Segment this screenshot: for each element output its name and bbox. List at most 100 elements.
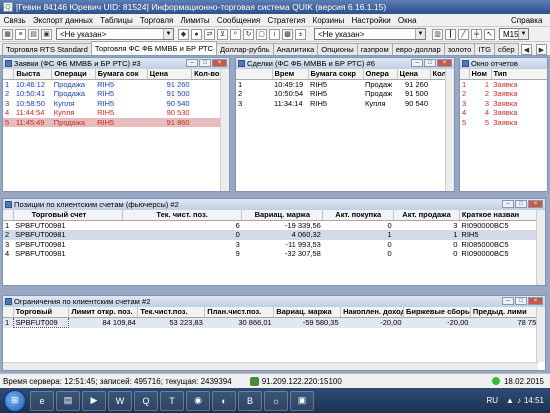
column-header[interactable]: Торговый счет — [13, 210, 123, 221]
column-header[interactable]: Выста — [13, 69, 53, 80]
maximize-icon[interactable]: □ — [199, 59, 211, 67]
tab-options[interactable]: Опционы — [317, 43, 358, 55]
minimize-icon[interactable]: – — [411, 59, 423, 67]
app-icon-2[interactable]: ◉ — [186, 390, 210, 411]
menu-item-windows[interactable]: Окна — [394, 16, 420, 25]
candle-icon[interactable]: ┃ — [445, 28, 456, 40]
column-header[interactable]: Вариац. маржа — [241, 210, 324, 221]
table-row[interactable]: 2 2 Заявка — [460, 89, 547, 99]
table-row-selected[interactable]: 2 SPBFUT00981 0 4 060,32 1 1 RIH5 — [3, 230, 545, 240]
print-icon[interactable]: ▣ — [41, 28, 52, 40]
maximize-icon[interactable]: □ — [515, 200, 527, 208]
positions-window-titlebar[interactable]: Позиции по клиентским счетам (фьючерсы) … — [3, 199, 545, 210]
menu-item-help[interactable]: Справка — [507, 16, 546, 25]
tab-fs-fb-mmvb[interactable]: Торговля ФС ФБ ММВБ и БР РТС — [90, 41, 218, 55]
tray-arrow-icon[interactable]: ▲ — [506, 396, 514, 405]
chart-type-icon[interactable]: ▥ — [432, 28, 443, 40]
tab-gazprom[interactable]: газпром — [356, 43, 393, 55]
tab-scroll-right-icon[interactable]: ▶ — [536, 44, 547, 55]
column-header[interactable]: План.чист.поз. — [204, 307, 275, 318]
column-header[interactable]: Акт. покупка — [322, 210, 395, 221]
tab-itg[interactable]: ITG — [474, 43, 496, 55]
column-header[interactable] — [3, 307, 14, 318]
column-header[interactable]: Накоплен. доход — [340, 307, 404, 318]
menu-item-connection[interactable]: Связь — [0, 16, 29, 25]
table-row[interactable]: 5 5 Заявка — [460, 118, 547, 128]
minimize-icon[interactable]: – — [186, 59, 198, 67]
tab-analytics[interactable]: Аналитика — [272, 43, 319, 55]
column-header[interactable] — [3, 210, 14, 221]
timeframe-combo[interactable]: M15 ▼ — [499, 28, 529, 40]
tab-dollar-ruble[interactable]: Доллар-рубль — [216, 43, 274, 55]
start-button[interactable]: ⊞ — [4, 389, 26, 412]
reports-window-titlebar[interactable]: Окно отчетов — [460, 58, 547, 69]
table-row[interactable]: 1 SPBFUT00981 6 -19 339,56 0 3 RI090000BC5 — [3, 220, 545, 230]
column-header[interactable]: Бумага сок — [95, 69, 148, 80]
column-header[interactable]: Тип — [491, 69, 547, 80]
column-header[interactable]: Торговый — [13, 307, 70, 318]
column-header[interactable]: Цена — [147, 69, 193, 80]
app-icon-6[interactable]: ▣ — [290, 390, 314, 411]
tab-scroll-left-icon[interactable]: ◀ — [521, 44, 532, 55]
cursor-icon[interactable]: ↖ — [484, 28, 495, 40]
column-header[interactable]: Акт. продажа — [393, 210, 460, 221]
column-header[interactable]: Бумага сокр — [308, 69, 364, 80]
table-row[interactable]: 1 SPBFUT009 84 109,84 53 223,83 30 866,0… — [3, 316, 545, 329]
transfer-icon[interactable]: ⇄ — [204, 28, 215, 40]
menu-item-messages[interactable]: Сообщения — [213, 16, 264, 25]
vertical-scrollbar[interactable] — [536, 210, 545, 285]
limits-window-titlebar[interactable]: Ограничения по клиентским счетам #2 – □ × — [3, 296, 545, 307]
column-header[interactable]: Предыд. лими — [470, 307, 545, 318]
table-row[interactable]: 4 4 Заявка — [460, 108, 547, 118]
tab-gold[interactable]: золото — [443, 43, 476, 55]
column-header[interactable]: Краткое назван — [459, 210, 545, 221]
minimize-icon[interactable]: – — [502, 200, 514, 208]
maximize-icon[interactable]: □ — [515, 297, 527, 305]
minimize-icon[interactable]: – — [502, 297, 514, 305]
account-combo[interactable]: <Не указан> ▼ — [314, 28, 426, 40]
lock-icon[interactable]: ▢ — [256, 28, 267, 40]
menu-item-tables[interactable]: Таблицы — [96, 16, 136, 25]
table-row[interactable]: 310:58:50КупляRIH590 5401 — [3, 99, 229, 109]
close-icon[interactable]: × — [528, 297, 543, 305]
table-row-selected[interactable]: 511:45:49ПродажаRIH591 8601 — [3, 117, 229, 128]
language-indicator[interactable]: RU — [486, 396, 498, 405]
column-header[interactable]: Биржевые сборы — [403, 307, 471, 318]
vertical-scrollbar[interactable] — [445, 69, 454, 191]
table-icon[interactable]: ≡ — [15, 28, 26, 40]
column-header[interactable]: Лимит откр. поз. — [68, 307, 139, 318]
column-header[interactable]: Тек.чист.поз. — [137, 307, 206, 318]
class-combo[interactable]: <Не указан> ▼ — [56, 28, 174, 40]
bar-icon[interactable]: ╪ — [471, 28, 482, 40]
tab-sber[interactable]: сбер — [494, 43, 519, 55]
volume-icon[interactable]: ♪ — [517, 396, 521, 405]
table-row[interactable]: 311:34:14RIH5Купля90 5401 — [236, 99, 454, 109]
app-icon-4[interactable]: B — [238, 390, 262, 411]
calc-icon[interactable]: ± — [295, 28, 306, 40]
table-row[interactable]: 411:44:54КупляRIH590 5301 — [3, 108, 229, 118]
table-row[interactable]: 3 3 Заявка — [460, 99, 547, 109]
menu-item-trading[interactable]: Торговля — [136, 16, 177, 25]
menu-item-settings[interactable]: Настройки — [348, 16, 394, 25]
word-icon[interactable]: W — [108, 390, 132, 411]
column-header[interactable] — [236, 69, 273, 80]
quik-icon[interactable]: Q — [134, 390, 158, 411]
tab-rts-standard[interactable]: Торговля RTS Standard — [2, 43, 92, 55]
ie-icon[interactable]: e — [30, 390, 54, 411]
stop-icon[interactable]: ● — [191, 28, 202, 40]
column-header[interactable]: Тек. чист. поз. — [122, 210, 243, 221]
line-icon[interactable]: ╱ — [458, 28, 469, 40]
app-icon-5[interactable]: ☼ — [264, 390, 288, 411]
new-window-icon[interactable]: ▦ — [2, 28, 13, 40]
column-header[interactable]: Врем — [272, 69, 309, 80]
close-icon[interactable]: × — [212, 59, 227, 67]
menu-item-export[interactable]: Экспорт данных — [29, 16, 96, 25]
column-header[interactable] — [3, 69, 15, 80]
order-icon[interactable]: ◆ — [178, 28, 189, 40]
table-row[interactable]: 4 SPBFUT00981 9 -32 307,58 0 0 RI090000BC5 — [3, 249, 545, 259]
column-header[interactable]: Ном — [469, 69, 492, 80]
media-icon[interactable]: ▶ — [82, 390, 106, 411]
menu-item-limits[interactable]: Лимиты — [177, 16, 213, 25]
app-icon-3[interactable]: ◐ — [212, 390, 236, 411]
table-row[interactable]: 110:46:12ПродажаRIH591 2603 — [3, 79, 229, 89]
